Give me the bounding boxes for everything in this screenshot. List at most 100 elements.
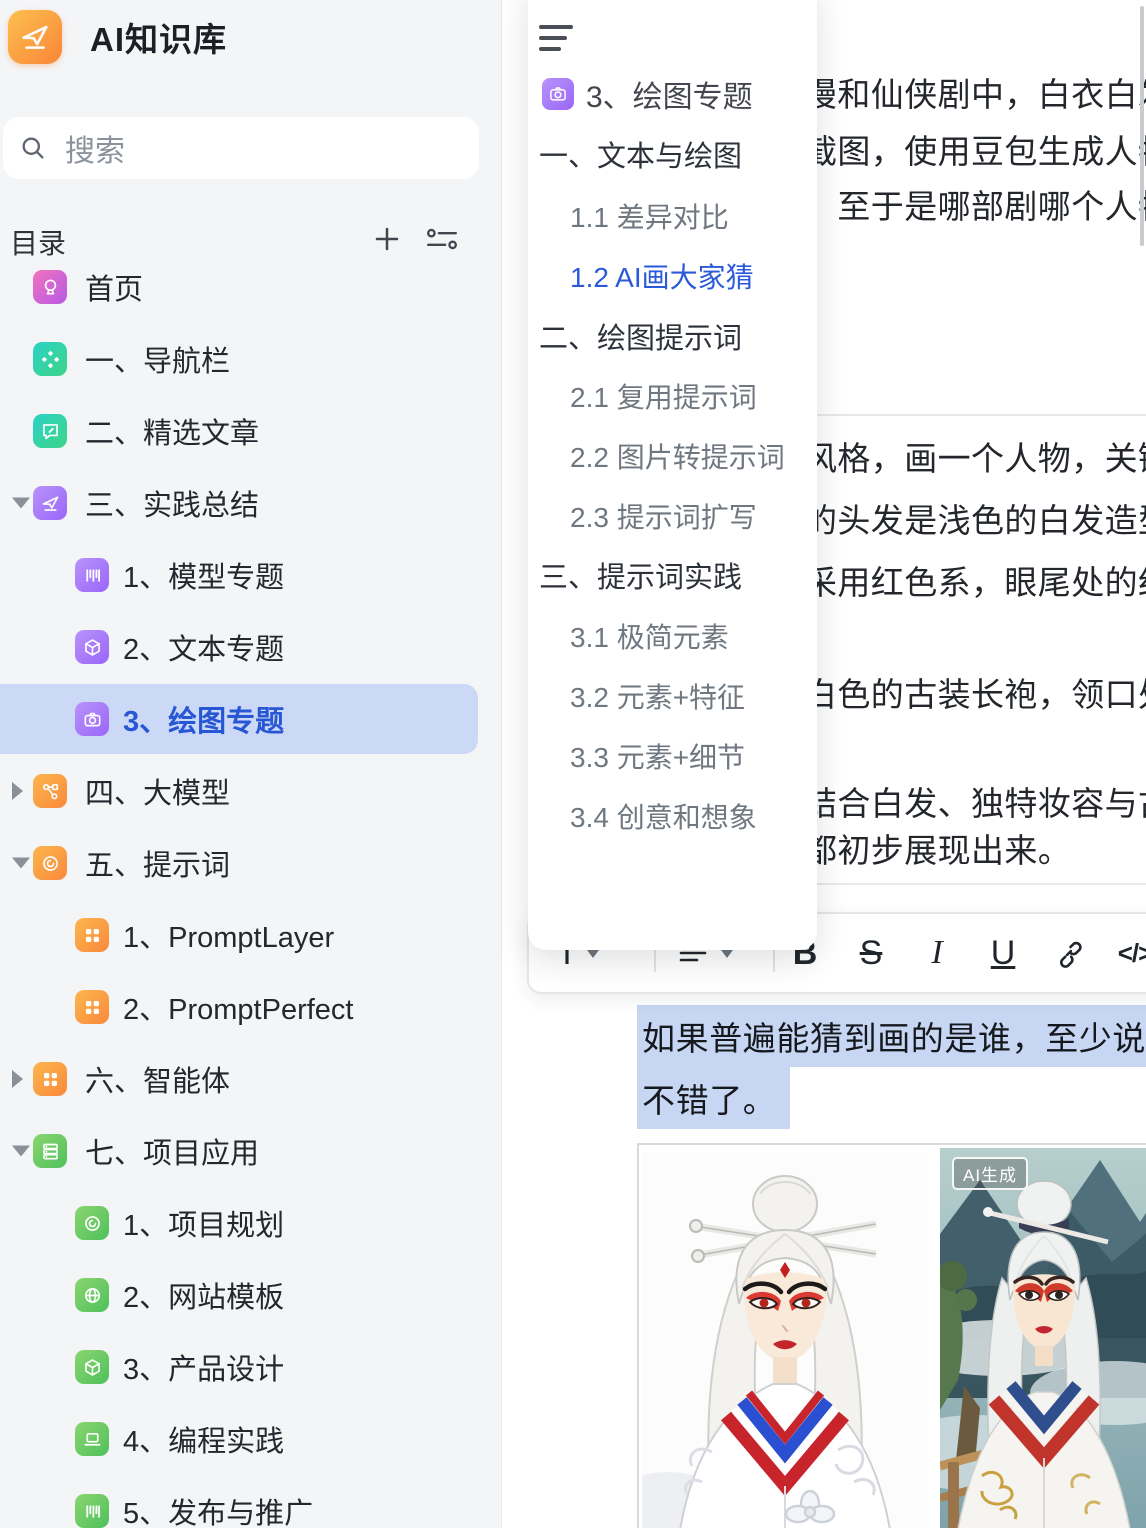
sidebar-item-label: 2、网站模板 (123, 1274, 284, 1316)
paper-plane-icon (33, 486, 67, 520)
sidebar-item-9[interactable]: 五、提示词 (0, 827, 501, 899)
sidebar-item-label: 4、编程实践 (123, 1418, 284, 1460)
chat-edit-icon (33, 414, 67, 448)
sidebar-item-label: 首页 (85, 266, 143, 308)
camera-icon (75, 702, 109, 736)
camera-icon (542, 78, 574, 110)
outline-item-7[interactable]: 2.3 提示词扩写 (570, 498, 813, 538)
document-area: 在很多的动漫和仙侠剧中，白衣白发放一张人物截图，使用豆包生成人物看看效果吧。至于… (502, 0, 1146, 1528)
stack-icon (33, 1134, 67, 1168)
sidebar-item-17[interactable]: 4、编程实践 (0, 1403, 501, 1475)
sidebar-item-label: 五、提示词 (85, 842, 230, 884)
cube-icon (75, 1350, 109, 1384)
sidebar-item-label: 2、文本专题 (123, 626, 284, 668)
outline-item-8[interactable]: 三、提示词实践 (539, 558, 813, 598)
globe-icon (75, 1278, 109, 1312)
app-logo-paper-plane-icon[interactable] (8, 10, 62, 64)
sidebar-item-14[interactable]: 1、项目规划 (0, 1187, 501, 1259)
sidebar-item-10[interactable]: 1、PromptLayer (0, 899, 501, 971)
grid-icon (75, 990, 109, 1024)
link-button[interactable] (1045, 914, 1093, 992)
sidebar-item-18[interactable]: 5、发布与推广 (0, 1475, 501, 1528)
sidebar-item-16[interactable]: 3、产品设计 (0, 1331, 501, 1403)
sidebar-item-label: 5、发布与推广 (123, 1490, 313, 1528)
location-pin-icon (33, 270, 67, 304)
chevron-down-icon[interactable] (587, 950, 599, 958)
sidebar-item-15[interactable]: 2、网站模板 (0, 1259, 501, 1331)
sidebar-item-label: 四、大模型 (85, 770, 230, 812)
chevron-down-icon[interactable] (12, 858, 30, 869)
code-button[interactable]: </> (1111, 914, 1146, 992)
checklist-icon (425, 226, 459, 252)
character-illustration-right (940, 1148, 1146, 1528)
compass-icon (33, 342, 67, 376)
sidebar-item-label: 七、项目应用 (85, 1130, 259, 1172)
ai-generated-badge: AI生成 (952, 1157, 1028, 1190)
app-header: AI知识库 (8, 8, 227, 66)
sidebar-item-13[interactable]: 七、项目应用 (0, 1115, 501, 1187)
sidebar-item-12[interactable]: 六、智能体 (0, 1043, 501, 1115)
sidebar-item-label: 六、智能体 (85, 1058, 230, 1100)
grid-icon (33, 1062, 67, 1096)
strikethrough-button[interactable]: S (847, 914, 895, 992)
outline-item-1[interactable]: 一、文本与绘图 (539, 137, 813, 177)
sidebar-item-label: 1、PromptLayer (123, 914, 334, 956)
page: { "app": { "title": "AI知识库" }, "colors":… (0, 0, 1146, 1528)
chevron-right-icon[interactable] (12, 1070, 23, 1088)
sidebar-item-label: 二、精选文章 (85, 410, 259, 452)
sidebar-item-label: 三、实践总结 (85, 482, 259, 524)
sidebar-item-4[interactable]: 三、实践总结 (0, 467, 501, 539)
sidebar-item-6[interactable]: 2、文本专题 (0, 611, 501, 683)
scrollbar-thumb[interactable] (1140, 6, 1144, 246)
grid-icon (75, 918, 109, 952)
search-icon (19, 134, 47, 162)
outline-toggle-button[interactable] (539, 25, 575, 53)
outline-item-12[interactable]: 3.4 创意和想象 (570, 798, 813, 838)
italic-button[interactable]: I (913, 914, 961, 992)
selected-text-line-2: 不错了。 (637, 1067, 790, 1129)
outline-item-5[interactable]: 2.1 复用提示词 (570, 378, 813, 418)
sidebar-item-8[interactable]: 四、大模型 (0, 755, 501, 827)
sidebar-nav: 首页一、导航栏二、精选文章三、实践总结 1、模型专题 2、文本专题 3、绘图专题四、大… (0, 251, 501, 1528)
outline-panel: 3、绘图专题 一、文本与绘图 1.1 差异对比 1.2 AI画大家猜二、绘图提示词 2… (528, 0, 817, 950)
barcode-icon (75, 558, 109, 592)
image-block[interactable]: AI生成 掘金技术社区 @ 七号楼 (637, 1143, 1146, 1528)
app-title: AI知识库 (90, 13, 227, 61)
cube-icon (75, 630, 109, 664)
plus-icon (372, 224, 402, 254)
laptop-icon (75, 1422, 109, 1456)
search-placeholder: 搜索 (65, 126, 125, 170)
sidebar-item-label: 一、导航栏 (85, 338, 230, 380)
chevron-down-icon[interactable] (12, 498, 30, 509)
selected-paragraph[interactable]: 如果普遍能猜到画的是谁，至少说明 不错了。 (637, 1005, 1146, 1129)
outline-item-2[interactable]: 1.1 差异对比 (570, 198, 813, 238)
sidebar-item-7[interactable]: 3、绘图专题 (0, 683, 501, 755)
sidebar-item-3[interactable]: 二、精选文章 (0, 395, 501, 467)
chevron-down-icon[interactable] (721, 950, 733, 958)
sidebar-item-label: 1、项目规划 (123, 1202, 284, 1244)
sidebar-item-11[interactable]: 2、PromptPerfect (0, 971, 501, 1043)
outline-item-11[interactable]: 3.3 元素+细节 (570, 738, 813, 778)
sidebar-item-label: 3、产品设计 (123, 1346, 284, 1388)
sidebar-item-5[interactable]: 1、模型专题 (0, 539, 501, 611)
chevron-right-icon[interactable] (12, 782, 23, 800)
chevron-down-icon[interactable] (12, 1146, 30, 1157)
outline-item-10[interactable]: 3.2 元素+特征 (570, 678, 813, 718)
selected-text-line-1: 如果普遍能猜到画的是谁，至少说明 (637, 1005, 1146, 1067)
outline-title: 3、绘图专题 (586, 72, 753, 116)
sidebar-item-2[interactable]: 一、导航栏 (0, 323, 501, 395)
underline-button[interactable]: U (979, 914, 1027, 992)
outline-title-row[interactable]: 3、绘图专题 (542, 76, 753, 112)
character-illustration-left (642, 1152, 928, 1528)
sidebar-item-1[interactable]: 首页 (0, 251, 501, 323)
target-icon (33, 846, 67, 880)
search-input[interactable]: 搜索 (3, 117, 479, 179)
outline-item-9[interactable]: 3.1 极简元素 (570, 618, 813, 658)
nodes-icon (33, 774, 67, 808)
outline-item-3[interactable]: 1.2 AI画大家猜 (570, 258, 813, 298)
sidebar: AI知识库 搜索 目录 首页一、导航栏二、精选文章三、实践总结1、模型专题2、文… (0, 0, 502, 1528)
outline-item-6[interactable]: 2.2 图片转提示词 (570, 438, 813, 478)
outline-item-4[interactable]: 二、绘图提示词 (539, 319, 813, 359)
sidebar-item-label: 1、模型专题 (123, 554, 284, 596)
sidebar-item-label: 2、PromptPerfect (123, 986, 353, 1028)
